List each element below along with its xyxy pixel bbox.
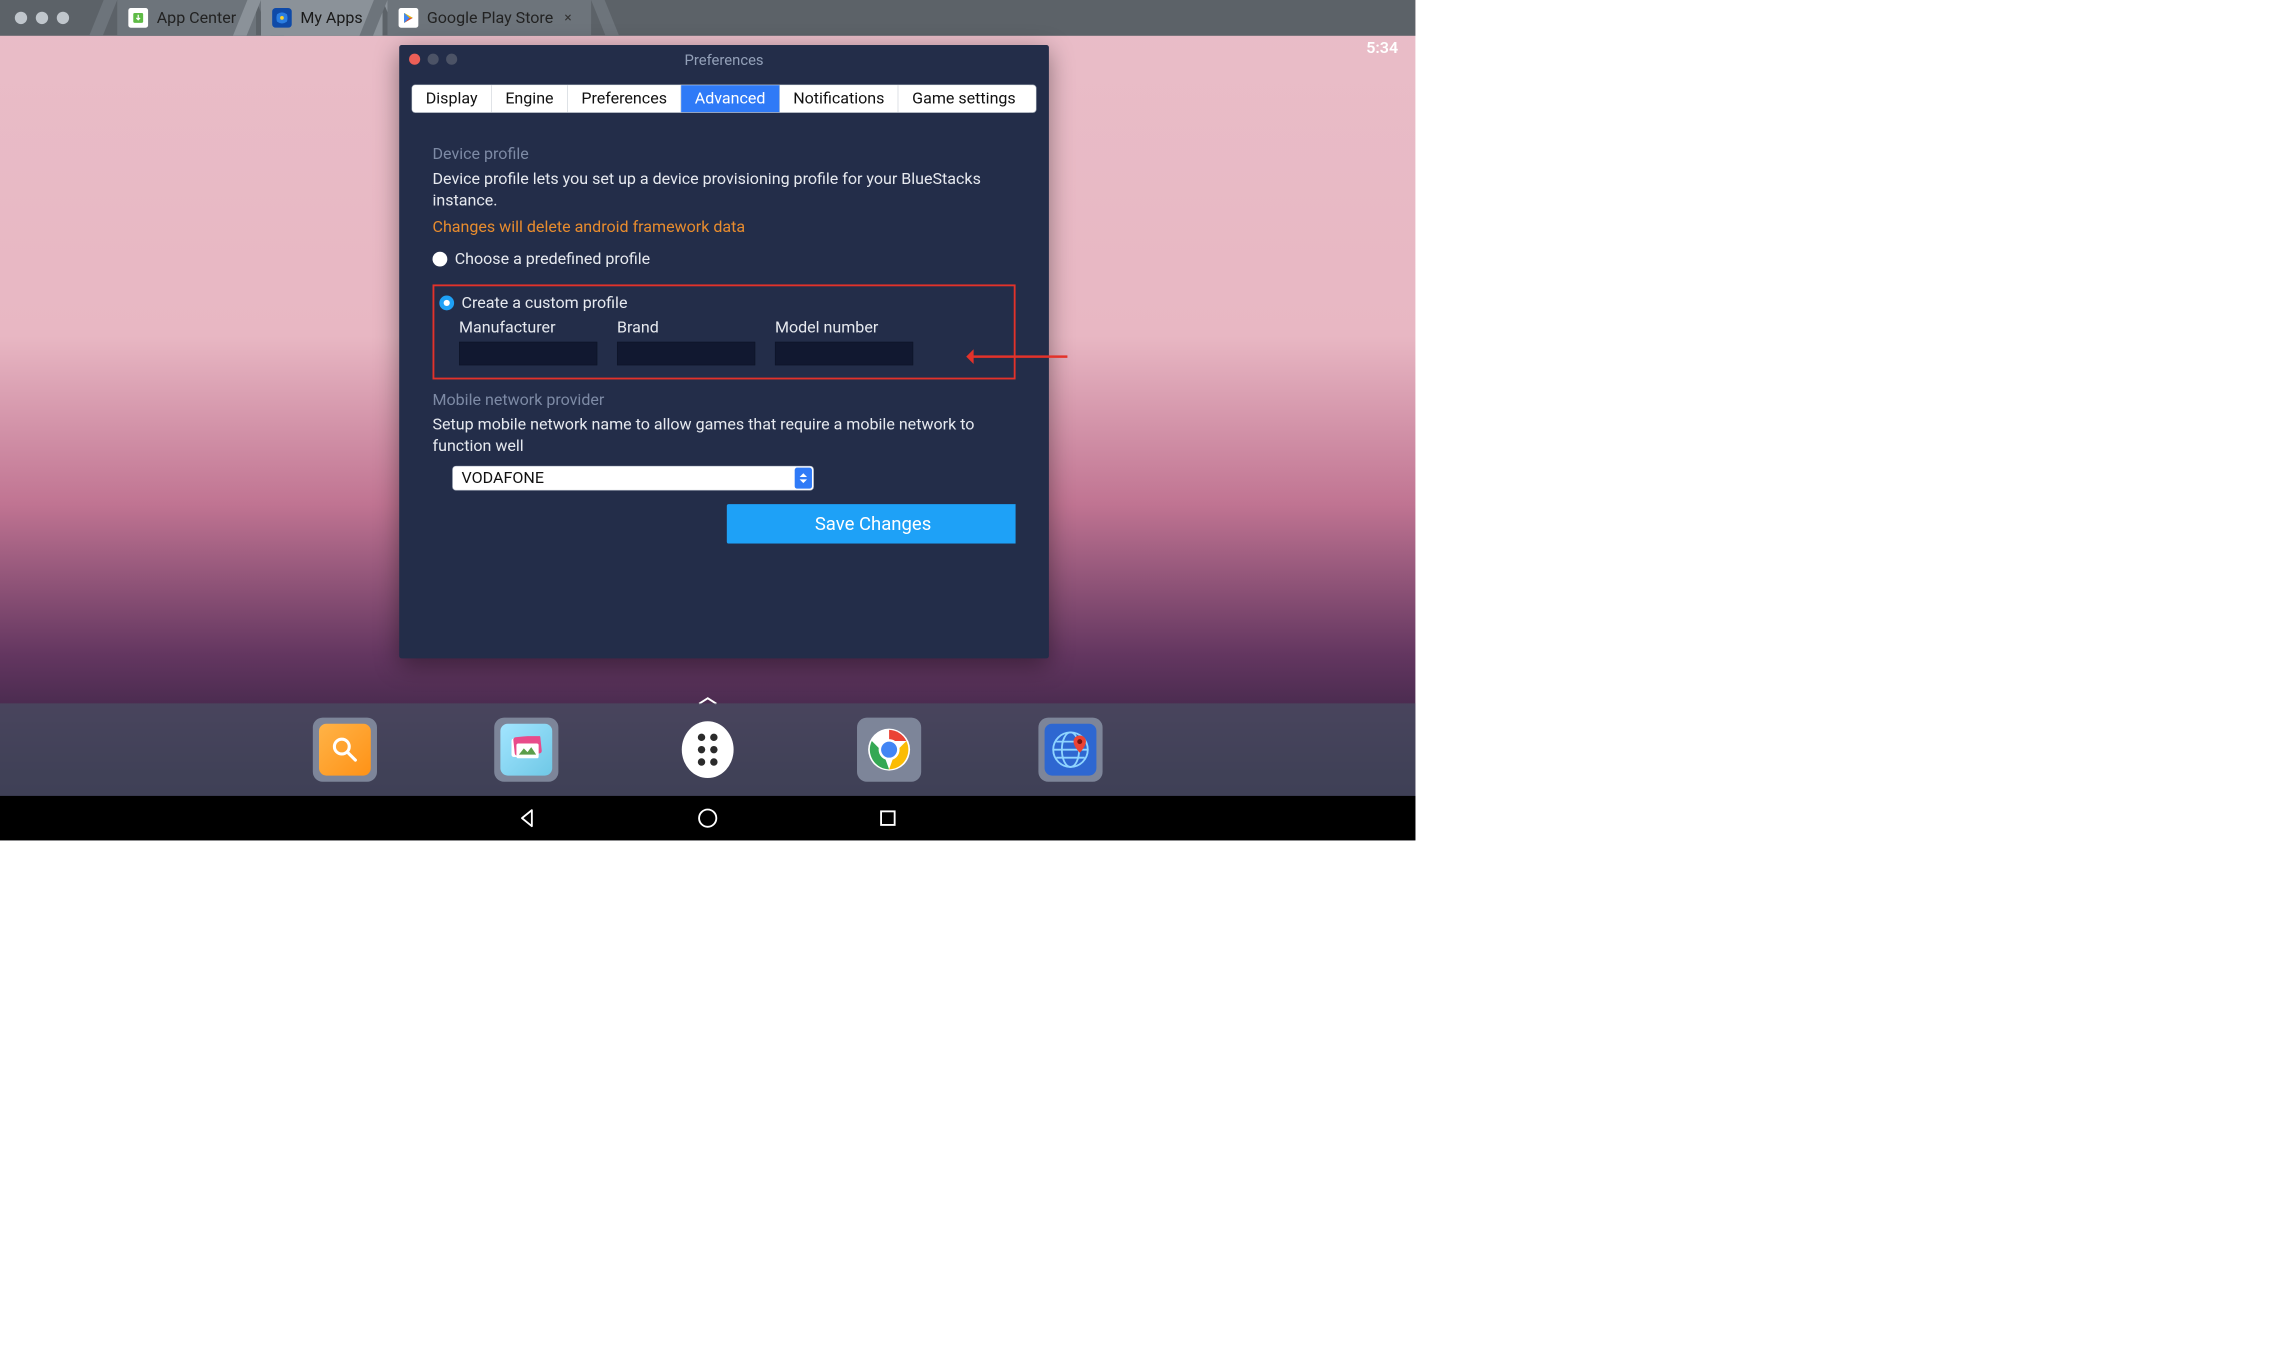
- custom-profile-highlight: Create a custom profile Manufacturer Bra…: [433, 285, 1016, 380]
- annotation-arrow: [969, 355, 1068, 357]
- dock-wallpaper[interactable]: [494, 718, 558, 782]
- custom-profile-fields: Manufacturer Brand Model number: [459, 318, 1005, 365]
- chevron-up-down-icon: [795, 468, 812, 489]
- device-profile-warning: Changes will delete android framework da…: [433, 218, 1016, 237]
- traffic-dot[interactable]: [57, 12, 69, 24]
- dock-maps[interactable]: [1038, 718, 1102, 782]
- manufacturer-label: Manufacturer: [459, 318, 597, 337]
- network-heading: Mobile network provider: [433, 391, 1016, 410]
- nav-recent[interactable]: [875, 805, 901, 831]
- radio-label: Choose a predefined profile: [455, 250, 650, 269]
- traffic-dot[interactable]: [15, 12, 27, 24]
- radio-icon: [439, 296, 454, 311]
- maximize-window-button[interactable]: [446, 54, 457, 65]
- play-store-icon: [398, 8, 418, 28]
- nav-home[interactable]: [695, 805, 721, 831]
- prefs-tabbar: Display Engine Preferences Advanced Noti…: [412, 85, 1037, 113]
- network-select[interactable]: VODAFONE: [452, 466, 814, 491]
- prefs-traffic-lights: [409, 54, 457, 65]
- close-icon[interactable]: ×: [564, 10, 571, 25]
- field-brand: Brand: [617, 318, 755, 365]
- tab-engine[interactable]: Engine: [492, 85, 568, 112]
- minimize-window-button[interactable]: [428, 54, 439, 65]
- close-window-button[interactable]: [409, 54, 420, 65]
- traffic-dot[interactable]: [36, 12, 48, 24]
- tab-label: Google Play Store: [427, 9, 553, 28]
- device-profile-desc: Device profile lets you set up a device …: [433, 168, 1016, 211]
- network-section: Mobile network provider Setup mobile net…: [433, 391, 1016, 544]
- apps-icon: [682, 721, 734, 778]
- preferences-window: Preferences Display Engine Preferences A…: [399, 45, 1049, 658]
- tab-display[interactable]: Display: [412, 85, 492, 112]
- brand-label: Brand: [617, 318, 755, 337]
- dock-chrome[interactable]: [857, 718, 921, 782]
- radio-label: Create a custom profile: [462, 294, 628, 313]
- tab-preferences[interactable]: Preferences: [568, 85, 681, 112]
- maps-icon: [1045, 724, 1097, 776]
- dock: [0, 703, 1415, 796]
- radio-custom-profile[interactable]: Create a custom profile: [439, 294, 1005, 313]
- nav-back[interactable]: [515, 805, 541, 831]
- search-icon: [319, 724, 371, 776]
- app-center-icon: [128, 8, 148, 28]
- radio-predefined-profile[interactable]: Choose a predefined profile: [433, 250, 1016, 269]
- preferences-titlebar: Preferences: [399, 45, 1049, 75]
- android-navbar: [0, 796, 1415, 840]
- model-label: Model number: [775, 318, 913, 337]
- tab-play-store[interactable]: Google Play Store ×: [387, 0, 591, 36]
- network-select-value: VODAFONE: [452, 466, 814, 491]
- status-bar: 5:34: [1366, 36, 1415, 61]
- dock-apps[interactable]: [676, 718, 740, 782]
- window-titlebar: App Center My Apps Google Play Store ×: [0, 0, 1415, 36]
- brand-input[interactable]: [617, 342, 755, 365]
- save-changes-button[interactable]: Save Changes: [727, 504, 1016, 543]
- network-desc: Setup mobile network name to allow games…: [433, 414, 1016, 457]
- tab-label: App Center: [157, 9, 236, 28]
- wallpaper-icon: [500, 724, 552, 776]
- tab-notifications[interactable]: Notifications: [780, 85, 899, 112]
- chrome-icon: [863, 724, 915, 776]
- prefs-title: Preferences: [685, 51, 764, 68]
- field-manufacturer: Manufacturer: [459, 318, 597, 365]
- bluestacks-icon: [272, 8, 292, 28]
- manufacturer-input[interactable]: [459, 342, 597, 365]
- tab-advanced[interactable]: Advanced: [681, 85, 779, 112]
- prefs-content: Device profile Device profile lets you s…: [399, 113, 1049, 544]
- save-label: Save Changes: [815, 513, 931, 535]
- radio-icon: [433, 252, 448, 267]
- field-model: Model number: [775, 318, 913, 365]
- device-profile-heading: Device profile: [433, 145, 1016, 164]
- window-traffic-lights[interactable]: [15, 12, 69, 24]
- tab-game-settings[interactable]: Game settings: [899, 85, 1030, 112]
- clock: 5:34: [1366, 39, 1398, 58]
- app-tabs: App Center My Apps Google Play Store ×: [99, 0, 597, 36]
- dock-search[interactable]: [313, 718, 377, 782]
- model-input[interactable]: [775, 342, 913, 365]
- tab-label: My Apps: [300, 9, 362, 28]
